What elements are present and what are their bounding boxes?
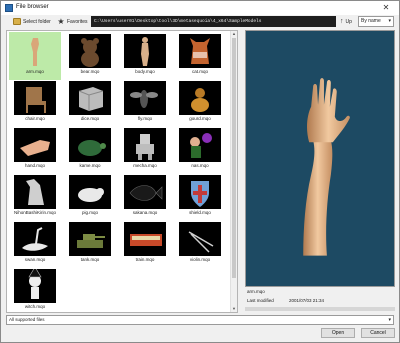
favorites-button[interactable]: ★ Favorites xyxy=(55,16,90,27)
file-label: sakana.mqo xyxy=(132,210,158,215)
chevron-down-icon: ▾ xyxy=(388,18,391,24)
file-item[interactable]: sakana.mqo xyxy=(119,173,171,221)
title-bar: File browser ✕ xyxy=(1,1,399,15)
file-label: chair.mqo xyxy=(25,116,45,121)
file-label: cat.mqo xyxy=(191,69,208,74)
close-icon[interactable]: ✕ xyxy=(376,2,396,13)
bear-model-thumbnail xyxy=(69,34,111,68)
file-item[interactable]: chair.mqo xyxy=(9,79,61,127)
file-label: dice.mqo xyxy=(80,116,100,121)
file-label: body.mqo xyxy=(135,69,155,74)
mecha-model-thumbnail xyxy=(124,128,166,162)
file-item[interactable]: fly.mqo xyxy=(119,79,171,127)
sakana-model-thumbnail xyxy=(124,175,166,209)
file-item[interactable]: kame.mqo xyxy=(64,126,116,174)
file-label: gourd.mqo xyxy=(189,116,211,121)
file-item[interactable]: pig.mqo xyxy=(64,173,116,221)
gourd-model-thumbnail xyxy=(179,81,221,115)
file-label: nas.mqo xyxy=(191,163,209,168)
file-item[interactable]: witch.mqo xyxy=(9,267,61,315)
kame-model-thumbnail xyxy=(69,128,111,162)
file-label: violin.mqo xyxy=(189,257,211,262)
up-label: Up xyxy=(345,18,352,25)
folder-icon xyxy=(13,18,21,25)
modified-label: Last modified xyxy=(247,298,274,303)
kirin-model-thumbnail xyxy=(14,175,56,209)
file-type-filter[interactable]: All supported files ▾ xyxy=(6,315,394,325)
file-grid-panel: arm.mqo bear.mqo body.mqo cat.mqo chair.mqo d… xyxy=(6,30,238,313)
app-icon xyxy=(5,4,13,12)
file-label: pig.mqo xyxy=(81,210,98,215)
file-item[interactable]: tank.mqo xyxy=(64,220,116,268)
file-item[interactable]: nas.mqo xyxy=(174,126,226,174)
scrollbar-thumb[interactable] xyxy=(232,38,236,278)
star-icon: ★ xyxy=(57,17,65,26)
scroll-down-icon[interactable]: ▼ xyxy=(231,306,237,312)
favorites-label: Favorites xyxy=(67,18,88,25)
file-label: swan.mqo xyxy=(24,257,46,262)
file-label: hand.mqo xyxy=(24,163,45,168)
file-label: tank.mqo xyxy=(80,257,100,262)
chair-model-thumbnail xyxy=(14,81,56,115)
preview-progress-bar xyxy=(245,307,395,311)
cat-model-thumbnail xyxy=(179,34,221,68)
preview-filename: arm.mqo xyxy=(247,289,265,294)
window-title: File browser xyxy=(16,4,49,10)
file-label: fly.mqo xyxy=(137,116,153,121)
open-button[interactable]: Open xyxy=(321,328,355,338)
modified-value: 2001/07/03 21:34 xyxy=(289,298,325,303)
nas-model-thumbnail xyxy=(179,128,221,162)
file-item[interactable]: violin.mqo xyxy=(174,220,226,268)
model-preview[interactable] xyxy=(245,30,395,287)
file-item[interactable]: train.mqo xyxy=(119,220,171,268)
file-label: shield.mqo xyxy=(189,210,211,215)
file-label: kame.mqo xyxy=(79,163,101,168)
file-label: bear.mqo xyxy=(80,69,100,74)
sort-select[interactable]: By name ▾ xyxy=(358,16,394,27)
file-item[interactable]: arm.mqo xyxy=(9,32,61,80)
swan-model-thumbnail xyxy=(14,222,56,256)
file-item[interactable]: NihonBashiKirin.mqo xyxy=(9,173,61,221)
shield-model-thumbnail xyxy=(179,175,221,209)
file-label: witch.mqo xyxy=(24,304,46,309)
select-folder-label: Select folder xyxy=(23,18,51,25)
chevron-down-icon: ▾ xyxy=(388,317,391,323)
up-arrow-icon: ↑ xyxy=(340,18,344,25)
cancel-button[interactable]: Cancel xyxy=(361,328,395,338)
witch-model-thumbnail xyxy=(14,269,56,303)
filter-value: All supported files xyxy=(9,317,45,322)
file-label: mecha.mqo xyxy=(133,163,157,168)
fly-model-thumbnail xyxy=(124,81,166,115)
file-item[interactable]: cat.mqo xyxy=(174,32,226,80)
arm-preview-image xyxy=(303,78,350,256)
tank-model-thumbnail xyxy=(69,222,111,256)
file-item[interactable]: dice.mqo xyxy=(64,79,116,127)
file-browser-window: File browser ✕ Select folder ★ Favorites… xyxy=(0,0,400,343)
file-item[interactable]: swan.mqo xyxy=(9,220,61,268)
vertical-scrollbar[interactable]: ▲ ▼ xyxy=(230,31,237,312)
file-label: train.mqo xyxy=(135,257,155,262)
body-model-thumbnail xyxy=(124,34,166,68)
file-label: arm.mqo xyxy=(26,69,44,74)
path-field[interactable]: C:\Users\user01\Desktop\tool\3D\metasequ… xyxy=(91,16,336,27)
select-folder-button[interactable]: Select folder xyxy=(11,16,53,27)
file-grid: arm.mqo bear.mqo body.mqo cat.mqo chair.mqo d… xyxy=(7,31,231,312)
violin-model-thumbnail xyxy=(179,222,221,256)
file-item[interactable]: hand.mqo xyxy=(9,126,61,174)
toolbar: Select folder ★ Favorites C:\Users\user0… xyxy=(1,15,399,29)
file-label: NihonBashiKirin.mqo xyxy=(13,210,57,215)
train-model-thumbnail xyxy=(124,222,166,256)
pig-model-thumbnail xyxy=(69,175,111,209)
file-item[interactable]: shield.mqo xyxy=(174,173,226,221)
file-item[interactable]: bear.mqo xyxy=(64,32,116,80)
hand-model-thumbnail xyxy=(14,128,56,162)
sort-value: By name xyxy=(361,18,381,24)
arm-model-thumbnail xyxy=(14,34,56,68)
file-item[interactable]: gourd.mqo xyxy=(174,79,226,127)
file-item[interactable]: mecha.mqo xyxy=(119,126,171,174)
dice-model-thumbnail xyxy=(69,81,111,115)
up-button[interactable]: ↑ Up xyxy=(338,16,354,27)
scroll-up-icon[interactable]: ▲ xyxy=(231,31,237,37)
file-item[interactable]: body.mqo xyxy=(119,32,171,80)
